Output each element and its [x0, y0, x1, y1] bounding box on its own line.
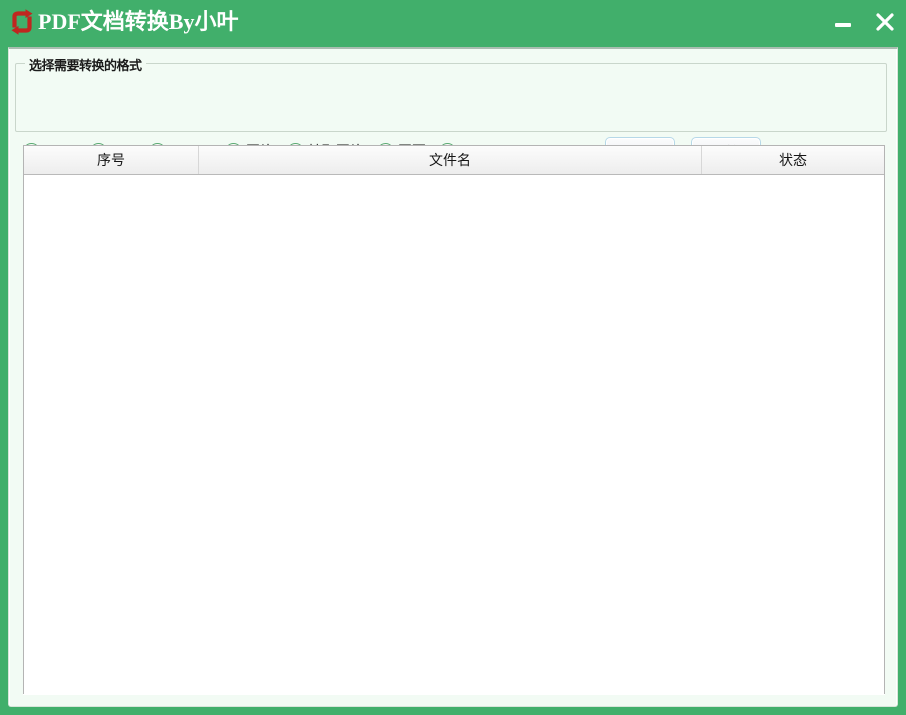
- title-bar[interactable]: PDF文档转换By小叶: [0, 0, 906, 47]
- file-list-header: 序号 文件名 状态: [24, 146, 884, 175]
- minimize-button[interactable]: [826, 6, 860, 38]
- format-groupbox: [15, 63, 887, 132]
- column-header-filename[interactable]: 文件名: [199, 146, 702, 174]
- close-button[interactable]: [868, 6, 902, 38]
- file-list-body[interactable]: [24, 175, 884, 694]
- format-groupbox-legend: 选择需要转换的格式: [25, 55, 146, 74]
- column-header-status[interactable]: 状态: [702, 146, 884, 174]
- file-list[interactable]: 序号 文件名 状态: [23, 145, 885, 694]
- window-title: PDF文档转换By小叶: [38, 9, 239, 34]
- application-window: PDF文档转换By小叶 选择需要转换的格式 Word: [0, 0, 906, 715]
- client-area: 选择需要转换的格式 Word PPT Excel 图片 抽取图片: [8, 47, 898, 707]
- convert-arrows-icon: [7, 7, 37, 37]
- column-header-index[interactable]: 序号: [24, 146, 199, 174]
